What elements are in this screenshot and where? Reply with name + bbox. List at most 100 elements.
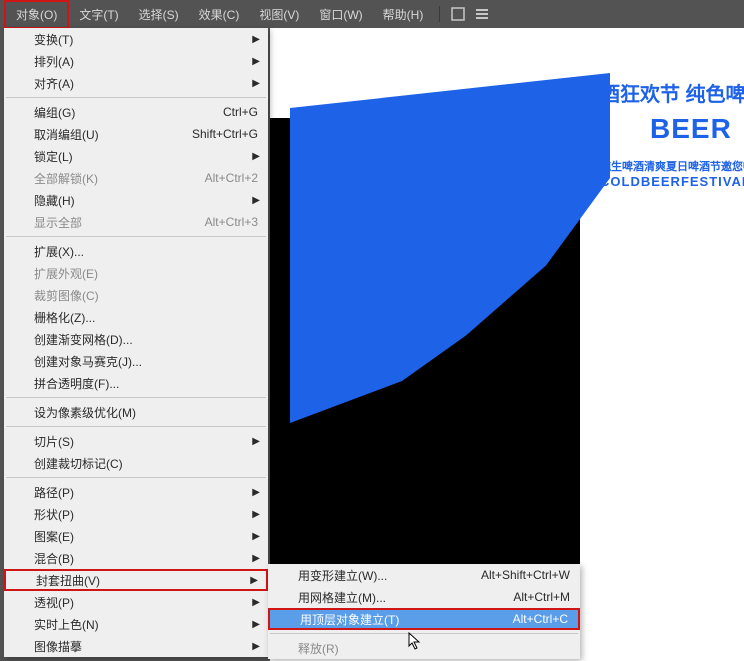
menu-item-label: 显示全部 [34,214,118,231]
menu-item[interactable]: 对齐(A)▶ [4,72,268,94]
menu-item[interactable]: 取消编组(U) Shift+Ctrl+G [4,123,268,145]
menu-item[interactable]: 封套扭曲(V)▶ [4,569,268,591]
menu-item-label: 取消编组(U) [34,126,118,143]
menu-item[interactable]: 创建对象马赛克(J)... [4,350,268,372]
submenu-arrow-icon: ▶ [252,509,260,520]
menu-effect[interactable]: 效果(C) [189,2,250,27]
menu-item-shortcut: Ctrl+G [158,105,258,119]
menu-item[interactable]: 设为像素级优化(M) [4,401,268,423]
menu-item: 显示全部 Alt+Ctrl+3 [4,211,268,233]
menu-item-shortcut: Shift+Ctrl+G [158,127,258,141]
menu-item: 裁剪图像(C) [4,284,268,306]
menu-item-label: 设为像素级优化(M) [34,404,258,421]
artwork-text: COLDBEERFESTIVAL [600,174,744,189]
artwork-text: BEER [650,113,732,145]
menu-item-label: 路径(P) [34,484,258,501]
menu-item-label: 扩展外观(E) [34,265,258,282]
menu-item-label: 封套扭曲(V) [36,572,256,589]
menu-item[interactable]: 图像描摹▶ [4,635,268,657]
menu-item-label: 实时上色(N) [34,616,258,633]
menu-divider [6,97,266,98]
menu-item-label: 排列(A) [34,53,258,70]
submenu-arrow-icon: ▶ [252,195,260,206]
menu-item[interactable]: 混合(B)▶ [4,547,268,569]
menu-view[interactable]: 视图(V) [249,2,309,27]
submenu-arrow-icon: ▶ [252,597,260,608]
menu-item-label: 隐藏(H) [34,192,258,209]
menu-item-label: 锁定(L) [34,148,258,165]
menu-item-label: 编组(G) [34,104,118,121]
menu-item-label: 对齐(A) [34,75,258,92]
menu-select[interactable]: 选择(S) [129,2,189,27]
submenu-item-shortcut: Alt+Ctrl+C [468,612,568,626]
submenu-item-label: 用网格建立(M)... [298,589,430,606]
menu-divider [6,477,266,478]
menu-item[interactable]: 路径(P)▶ [4,481,268,503]
menu-item[interactable]: 图案(E)▶ [4,525,268,547]
submenu-item[interactable]: 用网格建立(M)... Alt+Ctrl+M [268,586,580,608]
menu-type[interactable]: 文字(T) [69,2,128,27]
submenu-arrow-icon: ▶ [252,34,260,45]
menu-item-label: 拼合透明度(F)... [34,375,258,392]
submenu-arrow-icon: ▶ [252,56,260,67]
menu-item-label: 切片(S) [34,433,258,450]
menu-item-label: 创建裁切标记(C) [34,455,258,472]
menu-item[interactable]: 变换(T)▶ [4,28,268,50]
submenu-arrow-icon: ▶ [252,151,260,162]
tool-rect-icon[interactable] [450,6,466,22]
menu-item-label: 形状(P) [34,506,258,523]
menu-object[interactable]: 对象(O) [4,0,69,29]
menu-item[interactable]: 透视(P)▶ [4,591,268,613]
menu-item[interactable]: 隐藏(H)▶ [4,189,268,211]
submenu-item-shortcut: Alt+Shift+Ctrl+W [470,568,570,582]
menu-item[interactable]: 栅格化(Z)... [4,306,268,328]
submenu-item-label: 用变形建立(W)... [298,567,430,584]
menu-divider [270,633,578,634]
menu-item-label: 变换(T) [34,31,258,48]
menu-item-label: 创建渐变网格(D)... [34,331,258,348]
menu-divider [6,236,266,237]
menu-item-label: 图像描摹 [34,638,258,655]
menubar: 对象(O) 文字(T) 选择(S) 效果(C) 视图(V) 窗口(W) 帮助(H… [0,0,744,28]
menu-item-label: 扩展(X)... [34,243,258,260]
menu-item-label: 裁剪图像(C) [34,287,258,304]
menu-item[interactable]: 创建裁切标记(C) [4,452,268,474]
submenu-arrow-icon: ▶ [252,619,260,630]
menu-item[interactable]: 形状(P)▶ [4,503,268,525]
artwork-text: 啤酒狂欢节 纯色啤酒夏日狂欢 [580,78,744,107]
menu-item-shortcut: Alt+Ctrl+3 [158,215,258,229]
menu-item[interactable]: 编组(G) Ctrl+G [4,101,268,123]
submenu-arrow-icon: ▶ [252,78,260,89]
submenu-arrow-icon: ▶ [252,436,260,447]
menu-item[interactable]: 切片(S)▶ [4,430,268,452]
menu-item-label: 图案(E) [34,528,258,545]
menu-item[interactable]: 实时上色(N)▶ [4,613,268,635]
submenu-item-shortcut: Alt+Ctrl+M [470,590,570,604]
submenu-item-label: 用顶层对象建立(T) [300,611,428,628]
menu-item-label: 栅格化(Z)... [34,309,258,326]
submenu-arrow-icon: ▶ [252,641,260,652]
object-menu-dropdown: 变换(T)▶排列(A)▶对齐(A)▶编组(G)Ctrl+G取消编组(U)Shif… [4,28,268,657]
menu-window[interactable]: 窗口(W) [309,2,372,27]
menu-item[interactable]: 扩展(X)... [4,240,268,262]
menu-item-shortcut: Alt+Ctrl+2 [158,171,258,185]
menu-item-label: 创建对象马赛克(J)... [34,353,258,370]
tool-bars-icon[interactable] [474,6,490,22]
menu-item-label: 透视(P) [34,594,258,611]
cursor-icon [408,632,422,650]
menu-divider [6,426,266,427]
menu-item-label: 全部解锁(K) [34,170,118,187]
submenu-arrow-icon: ▶ [252,553,260,564]
menu-item[interactable]: 拼合透明度(F)... [4,372,268,394]
submenu-arrow-icon: ▶ [250,575,258,586]
menu-item[interactable]: 排列(A)▶ [4,50,268,72]
menu-item: 扩展外观(E) [4,262,268,284]
envelope-distort-submenu: 用变形建立(W)... Alt+Shift+Ctrl+W 用网格建立(M)... Al… [268,564,580,659]
menu-help[interactable]: 帮助(H) [373,2,434,27]
menu-item[interactable]: 创建渐变网格(D)... [4,328,268,350]
submenu-arrow-icon: ▶ [252,531,260,542]
menu-item[interactable]: 锁定(L)▶ [4,145,268,167]
submenu-item[interactable]: 用顶层对象建立(T) Alt+Ctrl+C [268,608,580,630]
submenu-item[interactable]: 用变形建立(W)... Alt+Shift+Ctrl+W [268,564,580,586]
menubar-separator [439,6,440,22]
